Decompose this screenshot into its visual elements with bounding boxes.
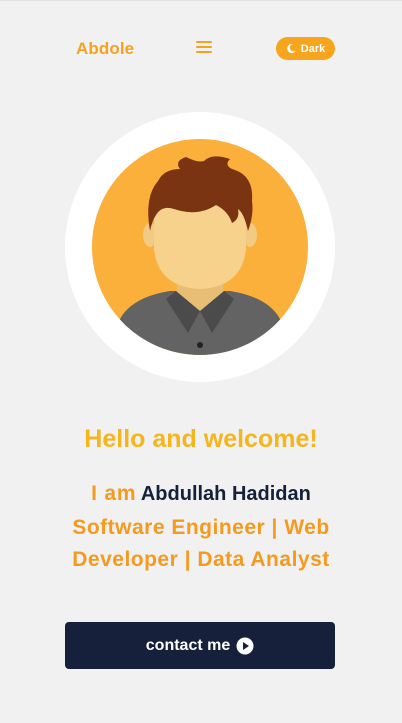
roles-text: Software Engineer | Web Developer | Data… — [72, 516, 330, 571]
contact-me-button[interactable]: contact me — [65, 622, 335, 669]
brand-logo-text[interactable]: Abdole — [76, 39, 134, 59]
dark-mode-toggle[interactable]: Dark — [276, 37, 335, 60]
contact-button-label: contact me — [145, 636, 231, 654]
hamburger-line — [196, 45, 212, 48]
avatar-frame — [65, 112, 335, 382]
hamburger-menu-icon — [196, 40, 212, 43]
dark-mode-label: Dark — [300, 42, 326, 55]
play-circle-icon — [236, 637, 254, 654]
avatar — [92, 139, 308, 355]
greeting-heading: Hello and welcome! — [84, 425, 318, 453]
intro-prefix: I am — [91, 482, 137, 505]
intro-line: I am Abdullah Hadidan — [0, 482, 402, 506]
navbar: Abdole Dark — [0, 1, 402, 97]
hamburger-menu-button[interactable] — [194, 38, 214, 58]
person-name: Abdullah Hadidan — [140, 483, 311, 505]
page: Abdole Dark Hello and welcome! I am Abdu… — [0, 0, 402, 723]
hamburger-line — [196, 50, 212, 53]
moon-icon — [286, 43, 296, 54]
